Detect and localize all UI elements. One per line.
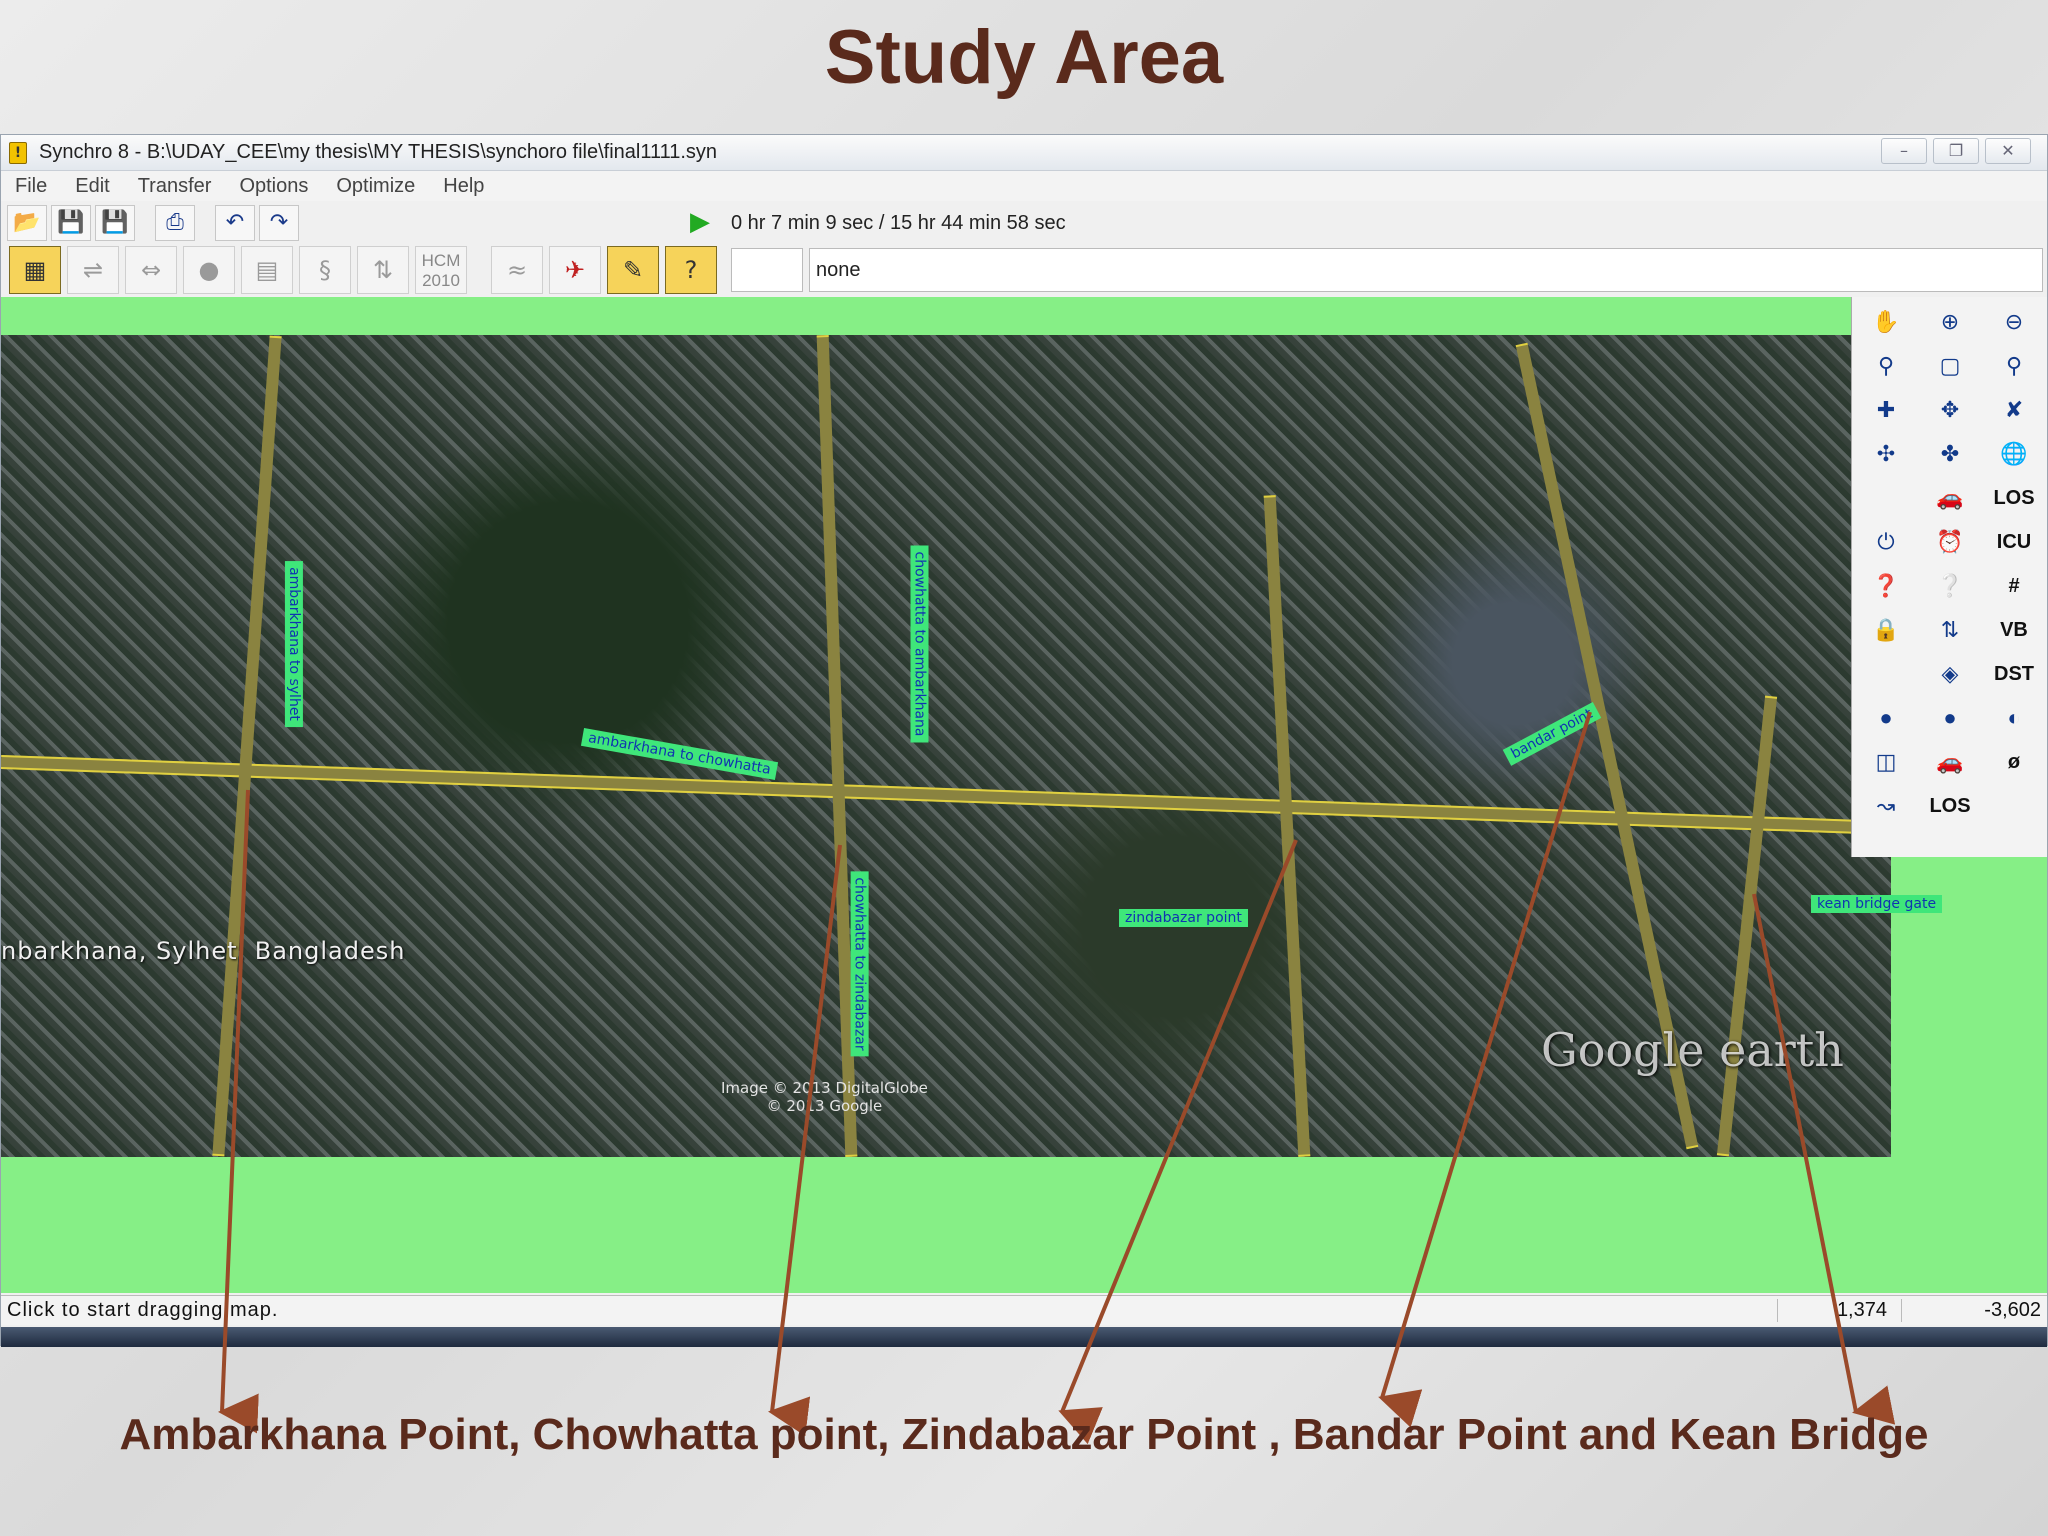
maximize-button[interactable]: ❐ (1933, 138, 1979, 164)
menu-transfer[interactable]: Transfer (138, 175, 212, 198)
phi-button[interactable]: ø (1982, 741, 2046, 785)
print-icon[interactable]: ⎙ (155, 205, 195, 241)
road-kean-bridge (1716, 695, 1778, 1157)
slide-title: Study Area (824, 15, 1224, 100)
status-x-coordinate: 1,374 (1777, 1299, 1887, 1322)
cylinder-icon[interactable]: ◫ (1854, 741, 1918, 785)
undo-icon[interactable]: ↶ (215, 205, 255, 241)
map-canvas[interactable]: ambarkhana to chowhatta chowhatta to amb… (1, 297, 2047, 1293)
zoom-scale-icon[interactable]: ⚲ (1982, 345, 2046, 389)
menu-bar: File Edit Transfer Options Optimize Help (1, 171, 2047, 201)
dst-button[interactable]: DST (1982, 653, 2046, 697)
place-name-label: nbarkhana, Sylhet, Bangladesh (1, 937, 406, 965)
car-queue-icon[interactable]: 🚗 (1918, 741, 1982, 785)
road-label[interactable]: bandar point (1502, 702, 1601, 766)
zoom-out-icon[interactable]: ⊖ (1982, 301, 2046, 345)
power-icon[interactable]: ⏻ (1854, 521, 1918, 565)
timing-icon[interactable]: ● (183, 246, 235, 294)
simulation-time: 0 hr 7 min 9 sec / 15 hr 44 min 58 sec (731, 211, 1066, 234)
report-icon[interactable]: ✎ (607, 246, 659, 294)
selection-box[interactable] (731, 248, 803, 292)
zoom-window-icon[interactable]: ▢ (1918, 345, 1982, 389)
zoom-in-icon[interactable]: ⊕ (1918, 301, 1982, 345)
menu-help[interactable]: Help (443, 175, 484, 198)
synchro-window: ! Synchro 8 - B:\UDAY_CEE\my thesis\MY T… (0, 134, 2048, 1347)
blank-palette-slot (1854, 477, 1918, 521)
los-button-2[interactable]: LOS (1918, 785, 1982, 829)
selection-field[interactable]: none (809, 248, 2043, 292)
blank-palette-slot (1982, 785, 2046, 829)
redo-icon[interactable]: ↷ (259, 205, 299, 241)
timing-diagram-icon[interactable]: ≈ (491, 246, 543, 294)
road-label[interactable]: chowhatta to zindabazar (850, 871, 869, 1057)
simulation-settings-icon[interactable]: § (299, 246, 351, 294)
road-ambarkhana (212, 335, 282, 1157)
lane-arrows-icon[interactable]: ↝ (1854, 785, 1918, 829)
study-points-caption: Ambarkhana Point, Chowhatta point, Zinda… (119, 1410, 1929, 1459)
signal-yellow-icon[interactable]: ● (1918, 697, 1982, 741)
network-icon[interactable]: ◈ (1918, 653, 1982, 697)
aerial-map-image[interactable]: ambarkhana to chowhatta chowhatta to amb… (1, 335, 1943, 1157)
play-simulation-icon[interactable]: ▶ (683, 206, 717, 240)
open-folder-icon[interactable]: 📂 (7, 205, 47, 241)
window-toolbar: ▦ ⇌ ⇔ ● ▤ § ⇅ HCM 2010 ≈ ✈ ✎ ? none (1, 245, 2047, 295)
delete-node-icon[interactable]: ✘ (1982, 389, 2046, 433)
google-earth-watermark: Google earth (1541, 1023, 1844, 1077)
sort-icon[interactable]: ⇅ (1918, 609, 1982, 653)
globe-icon[interactable]: 🌐 (1982, 433, 2046, 477)
blank-palette-slot (1854, 653, 1918, 697)
title-bar: ! Synchro 8 - B:\UDAY_CEE\my thesis\MY T… (1, 135, 2047, 171)
windows-taskbar (1, 1327, 2047, 1347)
timer-icon[interactable]: ⏰ (1918, 521, 1982, 565)
imagery-credit: Image © 2013 DigitalGlobe © 2013 Google (721, 1079, 928, 1115)
zoom-all-icon[interactable]: ⚲ (1854, 345, 1918, 389)
simtraffic-icon[interactable]: ✈ (549, 246, 601, 294)
status-message: Click to start dragging map. (7, 1299, 279, 1321)
signal-green-icon[interactable]: ● (1854, 697, 1918, 741)
road-zindabazar (1263, 495, 1311, 1157)
pie-chart-icon[interactable]: ◐ (1982, 697, 2046, 741)
hash-button[interactable]: # (1982, 565, 2046, 609)
question-node-icon[interactable]: ❓ (1854, 565, 1918, 609)
road-label[interactable]: zindabazar point (1119, 909, 1248, 927)
save-as-icon[interactable]: 💾 (95, 205, 135, 241)
road-label[interactable]: kean bridge gate (1811, 895, 1943, 913)
los-button[interactable]: LOS (1982, 477, 2046, 521)
move-node-icon[interactable]: ✥ (1918, 389, 1982, 433)
map-view-icon[interactable]: ▦ (9, 246, 61, 294)
map-tool-palette: ✋ ⊕ ⊖ ⚲ ▢ ⚲ ✚ ✥ ✘ ✣ ✤ 🌐 🚗 LOS ⏻ ⏰ ICU ❓ … (1851, 297, 2047, 857)
save-icon[interactable]: 💾 (51, 205, 91, 241)
lanes-icon[interactable]: ⇌ (67, 246, 119, 294)
window-title: Synchro 8 - B:\UDAY_CEE\my thesis\MY THE… (39, 141, 718, 163)
status-bar: Click to start dragging map. 1,374 -3,60… (1, 1295, 2047, 1325)
detector-icon[interactable]: ⇅ (357, 246, 409, 294)
menu-optimize[interactable]: Optimize (336, 175, 415, 198)
warning-help-icon[interactable]: ? (665, 246, 717, 294)
node-settings-icon[interactable]: ✣ (1854, 433, 1918, 477)
road-label[interactable]: ambarkhana to chowhatta (580, 728, 779, 780)
car-icon[interactable]: 🚗 (1918, 477, 1982, 521)
minimize-button[interactable]: – (1881, 138, 1927, 164)
volumes-icon[interactable]: ⇔ (125, 246, 177, 294)
status-y-coordinate: -3,602 (1901, 1299, 2041, 1322)
vb-button[interactable]: VB (1982, 609, 2046, 653)
icu-button[interactable]: ICU (1982, 521, 2046, 565)
synchro-app-icon: ! (9, 141, 27, 164)
lock-icon[interactable]: 🔒 (1854, 609, 1918, 653)
transform-map-icon[interactable]: ✤ (1918, 433, 1982, 477)
menu-file[interactable]: File (15, 175, 47, 198)
question-green-icon[interactable]: ❔ (1918, 565, 1982, 609)
phasing-icon[interactable]: ▤ (241, 246, 293, 294)
hcm-2010-button[interactable]: HCM 2010 (415, 246, 467, 294)
road-label[interactable]: ambarkhana to sylhet (284, 561, 303, 727)
close-button[interactable]: ✕ (1985, 138, 2031, 164)
pan-hand-icon[interactable]: ✋ (1854, 301, 1918, 345)
menu-options[interactable]: Options (239, 175, 308, 198)
main-toolbar: 📂 💾 💾 ⎙ ↶ ↷ ▶ 0 hr 7 min 9 sec / 15 hr 4… (1, 203, 2047, 243)
menu-edit[interactable]: Edit (75, 175, 109, 198)
road-label[interactable]: chowhatta to ambarkhana (910, 545, 929, 743)
add-link-icon[interactable]: ✚ (1854, 389, 1918, 433)
